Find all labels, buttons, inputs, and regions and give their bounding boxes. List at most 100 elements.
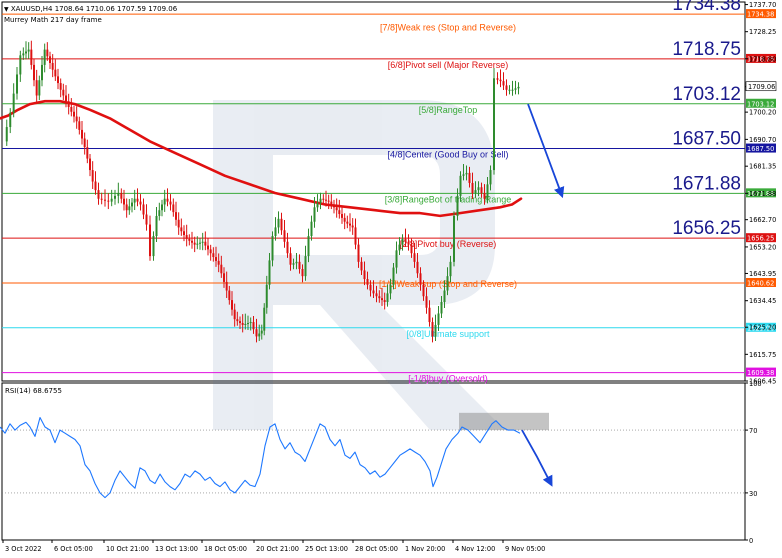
candle-body: [298, 261, 301, 270]
candle-body: [196, 243, 199, 245]
candle-body: [274, 227, 277, 237]
candle-body: [117, 193, 120, 196]
candle-body: [201, 241, 204, 243]
candle-body: [483, 193, 486, 199]
candle-body: [241, 323, 244, 325]
candle-body: [149, 224, 151, 257]
candle-body: [51, 62, 54, 70]
candle-body: [57, 76, 59, 84]
candle-body: [120, 193, 123, 199]
rsi-tick-label: 30: [749, 490, 757, 498]
candle-body: [480, 187, 483, 194]
candle-body: [54, 69, 57, 77]
candle-body: [422, 284, 425, 297]
candle-body: [177, 219, 180, 228]
candle-body: [313, 207, 316, 222]
candle-body: [310, 221, 313, 237]
candle-body: [268, 260, 271, 285]
time-axis: 3 Oct 2022 6 Oct 05:00 10 Oct 21:00 13 Oct …: [2, 540, 545, 553]
price-tick-label: 1681.35: [749, 163, 776, 171]
candle-body: [386, 293, 389, 302]
candle-body: [223, 273, 225, 282]
candle-body: [185, 235, 188, 239]
candle-body: [89, 158, 91, 171]
candle-body: [249, 322, 252, 324]
candle-body: [295, 261, 298, 264]
murrey-label: [3/8]RangeBot of trading Range: [385, 194, 512, 204]
candle-body: [407, 241, 410, 245]
level-value-big: 1703.12: [672, 84, 741, 105]
candle-body: [163, 198, 166, 205]
candle-body: [443, 290, 446, 302]
candle-body: [505, 85, 508, 90]
candle-body: [416, 261, 419, 274]
candle-body: [363, 270, 366, 280]
candle-body: [169, 201, 172, 205]
candle-body: [338, 210, 341, 215]
candle-body: [449, 261, 452, 277]
candle-body: [33, 64, 35, 81]
candle-body: [152, 236, 155, 257]
candle-body: [225, 281, 228, 291]
price-chart: 1734.38 1734.38 [7/8]Weak res (Stop and Re…: [0, 0, 777, 553]
candle-body: [255, 329, 258, 337]
candle-body: [322, 198, 325, 200]
candle-body: [465, 172, 468, 175]
candle-body: [125, 204, 128, 211]
candle-body: [346, 221, 349, 224]
candle-body: [158, 210, 161, 216]
candle-body: [145, 214, 148, 225]
candle-body: [357, 244, 360, 262]
candle-body: [212, 253, 215, 258]
candle-body: [43, 49, 46, 65]
candle-body: [440, 301, 443, 314]
candle-body: [97, 190, 100, 199]
candle-body: [428, 307, 431, 323]
time-tick-label: 1 Nov 20:00: [405, 545, 445, 553]
rsi-tick-label: 70: [749, 427, 757, 435]
candle-body: [12, 93, 15, 113]
time-tick-label: 6 Oct 05:00: [54, 545, 93, 553]
rsi-forecast-arrow: [521, 429, 553, 487]
candle-body: [349, 223, 351, 226]
candle-body: [199, 242, 201, 244]
candle-body: [180, 227, 183, 232]
price-tick-label: 1690.70: [749, 136, 776, 144]
candle-body: [489, 170, 492, 185]
candle-body: [131, 202, 133, 207]
candle-body: [474, 190, 477, 194]
candle-body: [341, 214, 343, 218]
candle-body: [114, 195, 116, 199]
candle-body: [514, 88, 517, 90]
candle-body: [155, 215, 158, 237]
price-tick-label: 1625.20: [749, 324, 776, 332]
candle-body: [188, 238, 191, 241]
murrey-label: [5/8]RangeTop: [419, 105, 478, 115]
candle-body: [59, 83, 62, 90]
candle-body: [166, 198, 169, 202]
candle-body: [283, 230, 286, 242]
candle-body: [271, 236, 274, 261]
time-tick-label: 9 Nov 05:00: [505, 545, 545, 553]
candle-body: [81, 129, 83, 139]
level-price-tag-label: 1609.38: [747, 369, 774, 377]
candle-body: [378, 296, 381, 299]
candle-body: [304, 256, 307, 277]
candle-body: [263, 307, 266, 331]
candle-body: [260, 330, 263, 334]
candle-body: [437, 313, 440, 325]
candle-body: [139, 201, 142, 205]
candle-body: [191, 240, 193, 243]
murrey-label: [-1/8]buy (Oversold): [408, 374, 488, 384]
candle-body: [398, 244, 401, 251]
price-tick-label: 1662.70: [749, 216, 776, 224]
candle-body: [123, 198, 125, 205]
candle-body: [65, 95, 67, 102]
candle-body: [330, 201, 333, 205]
candle-body: [456, 195, 459, 216]
candle-body: [209, 249, 212, 254]
candle-body: [493, 78, 495, 171]
candle-body: [360, 261, 363, 271]
candle-body: [258, 333, 261, 337]
candle-body: [110, 198, 113, 202]
